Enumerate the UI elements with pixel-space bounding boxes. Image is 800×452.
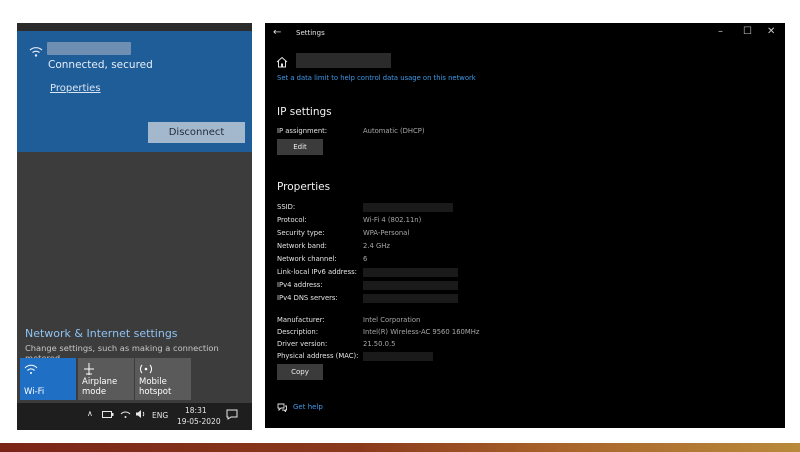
network-flyout: Connected, secured Properties Disconnect… (17, 23, 252, 430)
property-label: IPv4 address: (277, 281, 323, 289)
airplane-icon (84, 363, 94, 375)
properties-link[interactable]: Properties (50, 83, 101, 94)
action-center-icon[interactable] (226, 409, 238, 420)
taskbar: ∧ ENG 18:31 19-05-2020 (17, 403, 252, 430)
home-icon[interactable] (276, 56, 288, 68)
decorative-bottom-band (0, 443, 800, 452)
ip-settings-heading: IP settings (277, 106, 332, 118)
network-internet-settings-link[interactable]: Network & Internet settings (25, 327, 178, 340)
settings-window: ← Settings – ☐ ✕ Set a data limit to hel… (265, 23, 785, 428)
hardware-value: 21.50.0.5 (363, 340, 396, 348)
property-label: Network channel: (277, 255, 337, 263)
connection-status: Connected, secured (48, 59, 153, 71)
volume-icon[interactable] (135, 409, 146, 419)
network-name-redacted (47, 42, 131, 55)
quick-action-mobile-hotspot[interactable]: Mobile hotspot (135, 358, 191, 400)
minimize-button[interactable]: – (718, 26, 723, 37)
property-label: SSID: (277, 203, 296, 211)
property-label: Link-local IPv6 address: (277, 268, 357, 276)
property-label: Security type: (277, 229, 325, 237)
battery-icon[interactable] (102, 410, 114, 419)
close-button[interactable]: ✕ (767, 26, 775, 37)
hardware-value: Intel(R) Wireless-AC 9560 160MHz (363, 328, 480, 336)
property-label: IPv4 DNS servers: (277, 294, 338, 302)
get-help-icon (277, 403, 287, 412)
data-limit-link[interactable]: Set a data limit to help control data us… (277, 74, 476, 82)
back-arrow-icon[interactable]: ← (273, 27, 281, 38)
quick-action-label: Airplane mode (82, 377, 118, 397)
quick-action-label: Mobile hotspot (139, 377, 172, 397)
disconnect-button[interactable]: Disconnect (148, 122, 245, 143)
quick-action-airplane-mode[interactable]: Airplane mode (78, 358, 134, 400)
maximize-button[interactable]: ☐ (743, 26, 752, 37)
quick-action-wifi[interactable]: Wi-Fi (20, 358, 76, 400)
clock-time[interactable]: 18:31 (185, 406, 207, 415)
input-language[interactable]: ENG (152, 411, 168, 420)
hardware-label: Driver version: (277, 340, 328, 348)
mac-redacted (363, 352, 433, 361)
window-title: Settings (296, 29, 325, 37)
property-value: 6 (363, 255, 368, 263)
connected-network-card[interactable]: Connected, secured Properties Disconnect (17, 31, 252, 152)
dns-redacted (363, 294, 458, 303)
copy-button[interactable]: Copy (277, 364, 323, 380)
property-value: 2.4 GHz (363, 242, 390, 250)
property-label: Network band: (277, 242, 327, 250)
ipv4-redacted (363, 281, 458, 290)
title-bar: ← Settings – ☐ ✕ (265, 23, 785, 43)
get-help-link[interactable]: Get help (293, 403, 323, 411)
hardware-value: Intel Corporation (363, 316, 421, 324)
ipv6-redacted (363, 268, 458, 277)
property-label: Protocol: (277, 216, 307, 224)
wifi-tray-icon[interactable] (120, 410, 131, 419)
edit-button[interactable]: Edit (277, 139, 323, 155)
hotspot-icon (140, 364, 152, 374)
properties-heading: Properties (277, 181, 331, 193)
wifi-icon (24, 364, 38, 374)
property-value: WPA-Personal (363, 229, 410, 237)
ip-assignment-label: IP assignment: (277, 127, 328, 135)
network-name-redacted (296, 53, 391, 68)
flyout-top-strip (17, 23, 252, 31)
ip-assignment-value: Automatic (DHCP) (363, 127, 425, 135)
hardware-label: Description: (277, 328, 319, 336)
show-hidden-icons-chevron[interactable]: ∧ (87, 409, 93, 418)
quick-action-label: Wi-Fi (24, 387, 45, 397)
hardware-label: Physical address (MAC): (277, 352, 359, 360)
hardware-label: Manufacturer: (277, 316, 325, 324)
ssid-redacted (363, 203, 453, 212)
wifi-secured-icon (29, 47, 43, 57)
clock-date[interactable]: 19-05-2020 (177, 417, 221, 426)
property-value: Wi-Fi 4 (802.11n) (363, 216, 422, 224)
